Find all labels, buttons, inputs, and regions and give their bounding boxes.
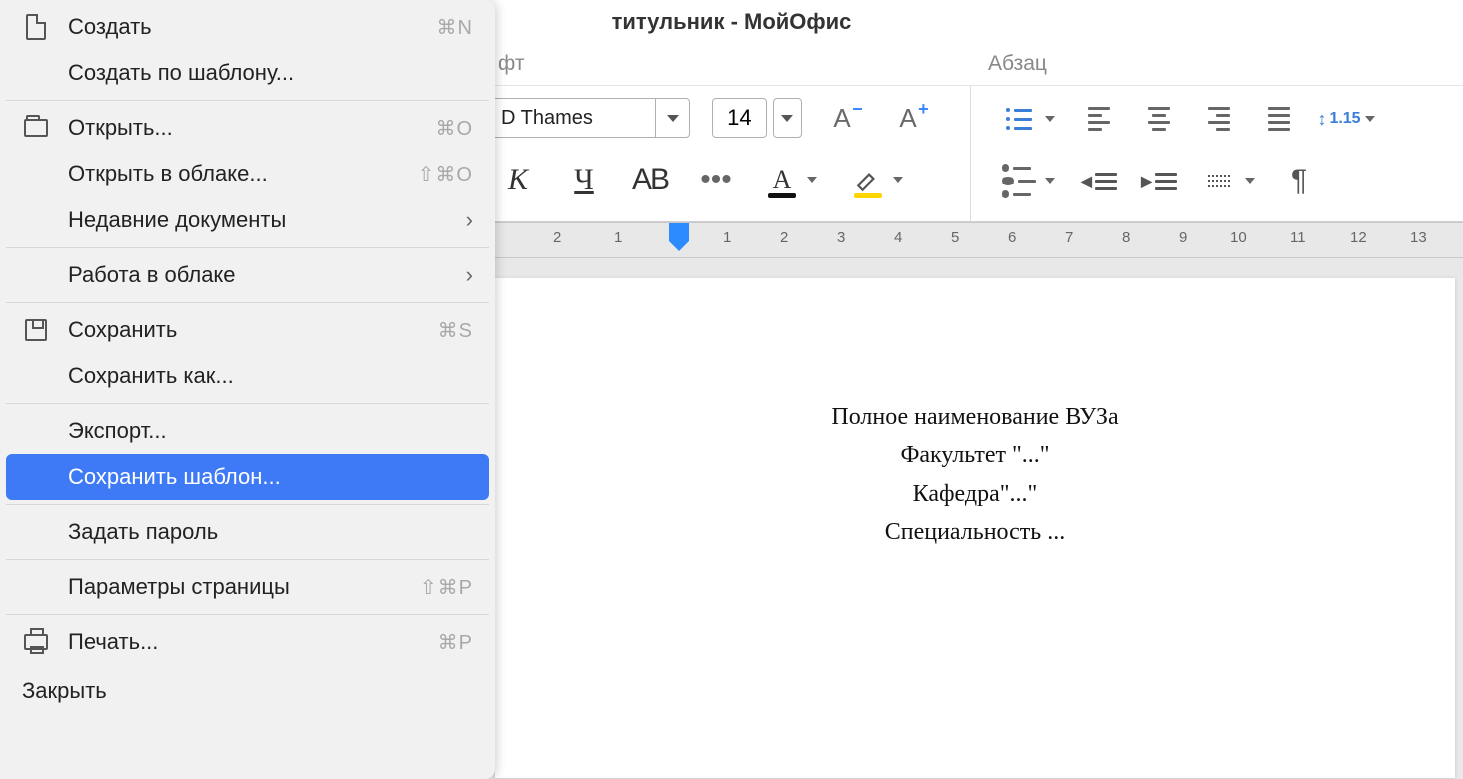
bullet-list-chevron[interactable] (1040, 99, 1060, 139)
shortcut: ⇧⌘P (420, 575, 473, 600)
font-size-value: 14 (712, 98, 767, 138)
menu-item-save-template[interactable]: Сохранить шаблон... (6, 454, 489, 500)
shortcut: ⌘O (435, 116, 473, 141)
menu-item-set-password[interactable]: Задать пароль (0, 509, 495, 555)
chevron-right-icon: › (466, 262, 473, 288)
decrease-indent-button[interactable]: ◀ (1078, 160, 1120, 202)
doc-line[interactable]: Специальность ... (495, 513, 1455, 551)
document-page[interactable]: Полное наименование ВУЗа Факультет "..."… (495, 278, 1455, 778)
line-spacing-chevron[interactable] (1360, 99, 1380, 139)
menu-item-close[interactable]: Закрыть (0, 669, 495, 713)
menu-item-save-as[interactable]: Сохранить как... (0, 353, 495, 399)
more-font-options-button[interactable]: ••• (696, 160, 736, 200)
italic-button[interactable]: К (498, 160, 538, 200)
menu-item-new[interactable]: Создать ⌘N (0, 4, 495, 50)
font-name-select[interactable]: D Thames (490, 98, 690, 138)
paragraph-row1: ↕1.15 (998, 98, 1380, 140)
toolbar-separator (970, 86, 971, 222)
borders-button[interactable] (1198, 160, 1240, 202)
menu-item-open-cloud[interactable]: Открыть в облаке... ⇧⌘O (0, 151, 495, 197)
menu-item-recent[interactable]: Недавние документы › (0, 197, 495, 243)
chevron-down-icon (773, 98, 802, 138)
chevron-down-icon (655, 99, 689, 137)
bullet-list-button[interactable] (998, 98, 1040, 140)
section-label-font: фт (498, 52, 524, 76)
menu-item-page-setup[interactable]: Параметры страницы ⇧⌘P (0, 564, 495, 610)
menu-item-new-template[interactable]: Создать по шаблону... (0, 50, 495, 96)
align-left-button[interactable] (1078, 98, 1120, 140)
numbered-list-button[interactable]: 1. 1.1 2. (998, 160, 1040, 202)
printer-icon (22, 628, 50, 656)
menu-item-print[interactable]: Печать... ⌘P (0, 619, 495, 665)
highlighter-icon (855, 167, 881, 193)
font-size-select[interactable]: 14 (712, 98, 802, 138)
file-menu: Создать ⌘N Создать по шаблону... Открыть… (0, 0, 495, 779)
doc-line[interactable]: Полное наименование ВУЗа (495, 398, 1455, 436)
line-spacing-button[interactable]: ↕1.15 (1318, 98, 1360, 140)
shortcut: ⌘P (438, 630, 473, 655)
menu-item-open[interactable]: Открыть... ⌘O (0, 105, 495, 151)
doc-line[interactable]: Факультет "..." (495, 436, 1455, 474)
chevron-right-icon: › (466, 207, 473, 233)
menu-item-save[interactable]: Сохранить ⌘S (0, 307, 495, 353)
shortcut: ⌘S (438, 318, 473, 343)
increase-indent-button[interactable]: ▶ (1138, 160, 1180, 202)
align-justify-button[interactable] (1258, 98, 1300, 140)
document-icon (22, 13, 50, 41)
align-right-button[interactable] (1198, 98, 1240, 140)
section-label-paragraph: Абзац (988, 52, 1047, 76)
window-title: титульник - МойОфис (612, 9, 852, 34)
character-spacing-button[interactable]: АВ (630, 160, 670, 200)
font-format-group: К Ч АВ ••• А (498, 160, 908, 200)
underline-button[interactable]: Ч (564, 160, 604, 200)
shortcut: ⌘N (437, 15, 473, 40)
highlight-button[interactable] (848, 160, 888, 200)
ruler-indent-marker[interactable] (669, 223, 689, 241)
doc-line[interactable]: Кафедра"..." (495, 475, 1455, 513)
show-formatting-button[interactable]: ¶ (1278, 160, 1320, 202)
shrink-font-button[interactable]: A− (820, 98, 864, 138)
save-icon (22, 316, 50, 344)
shortcut: ⇧⌘O (418, 162, 473, 187)
menu-item-cloud-work[interactable]: Работа в облаке › (0, 252, 495, 298)
menu-item-export[interactable]: Экспорт... (0, 408, 495, 454)
highlight-chevron[interactable] (888, 160, 908, 200)
borders-chevron[interactable] (1240, 161, 1260, 201)
paragraph-row2: 1. 1.1 2. ◀ ▶ ¶ (998, 160, 1320, 202)
font-color-chevron[interactable] (802, 160, 822, 200)
font-name-value: D Thames (501, 107, 593, 130)
font-color-button[interactable]: А (762, 160, 802, 200)
folder-icon (22, 114, 50, 142)
align-center-button[interactable] (1138, 98, 1180, 140)
grow-font-button[interactable]: A+ (886, 98, 930, 138)
numbered-list-chevron[interactable] (1040, 161, 1060, 201)
